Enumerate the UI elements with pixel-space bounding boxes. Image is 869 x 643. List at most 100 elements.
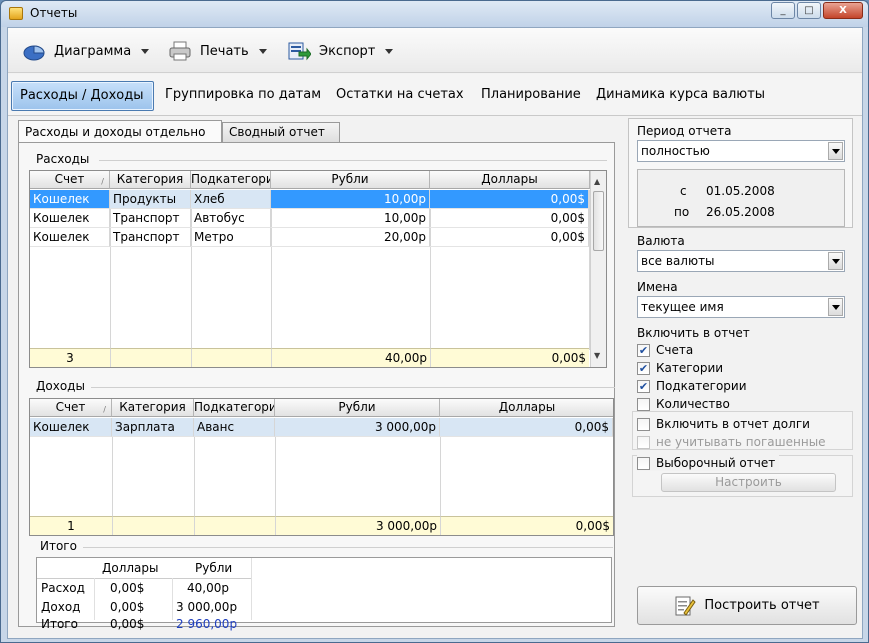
col-category[interactable]: Категория: [112, 399, 194, 417]
chevron-down-icon[interactable]: [828, 298, 843, 316]
close-button[interactable]: X: [823, 2, 863, 19]
totals-row-name: Доход: [41, 600, 81, 614]
totals-row-usd: 0,00$: [110, 600, 145, 614]
table-cell[interactable]: 3 000,00р: [275, 418, 440, 437]
expenses-scrollbar[interactable]: ▲ ▼: [590, 171, 606, 367]
totals-table: Доллары Рубли Расход 0,00$ 40,00р Доход …: [36, 557, 612, 631]
tab-expenses-incomes[interactable]: Расходы / Доходы: [11, 81, 154, 111]
names-select[interactable]: текущее имя: [637, 296, 845, 318]
maximize-button[interactable]: □: [797, 2, 821, 19]
expenses-total-rub: 40,00р: [271, 348, 430, 367]
minimize-button[interactable]: _: [771, 2, 795, 19]
include-subcategories-checkbox[interactable]: ✔ Подкатегории: [637, 378, 747, 394]
col-subcategory[interactable]: Подкатегория: [194, 399, 275, 417]
include-debts-checkbox[interactable]: Включить в отчет долги: [637, 416, 810, 432]
table-cell[interactable]: 0,00$: [430, 209, 589, 228]
table-cell[interactable]: Аванс: [194, 418, 275, 437]
tab-account-balances[interactable]: Остатки на счетах: [328, 81, 472, 111]
table-cell[interactable]: 0,00$: [430, 190, 589, 209]
totals-row-name: Итого: [41, 617, 78, 631]
tab-separate[interactable]: Расходы и доходы отдельно: [18, 120, 222, 142]
divider: [91, 387, 615, 388]
diagram-button[interactable]: Диаграмма: [22, 39, 150, 63]
totals-row-usd: 0,00$: [110, 581, 145, 595]
include-categories-checkbox[interactable]: ✔ Категории: [637, 360, 723, 376]
table-cell[interactable]: Кошелек: [30, 209, 110, 228]
table-cell[interactable]: Автобус: [191, 209, 271, 228]
table-cell[interactable]: 0,00$: [440, 418, 613, 437]
col-category[interactable]: Категория: [110, 171, 191, 189]
table-cell[interactable]: Кошелек: [30, 228, 110, 247]
tab-group-by-dates[interactable]: Группировка по датам: [157, 81, 329, 111]
tab-currency-rate[interactable]: Динамика курса валюты: [588, 81, 773, 111]
totals-header-usd: Доллары: [102, 561, 159, 575]
col-rub[interactable]: Рубли: [275, 399, 440, 417]
currency-select[interactable]: все валюты: [637, 250, 845, 272]
tab-planning[interactable]: Планирование: [473, 81, 589, 111]
col-account[interactable]: Счет /: [30, 171, 110, 189]
scroll-down-icon[interactable]: ▼: [594, 351, 600, 360]
scroll-thumb[interactable]: [593, 191, 604, 251]
expenses-count: 3: [30, 348, 110, 367]
include-quantity-checkbox[interactable]: Количество: [637, 396, 730, 412]
col-account[interactable]: Счет /: [30, 399, 112, 417]
table-cell[interactable]: Кошелек: [30, 190, 110, 209]
incomes-total-rub: 3 000,00р: [275, 516, 440, 535]
table-cell[interactable]: Зарплата: [112, 418, 194, 437]
ignore-repaid-checkbox[interactable]: не учитывать погашенные: [637, 434, 826, 450]
divider: [83, 547, 613, 548]
totals-row-rub: 40,00р: [187, 581, 229, 595]
col-usd[interactable]: Доллары: [440, 399, 613, 417]
print-label: Печать: [200, 43, 249, 59]
period-select[interactable]: полностью: [637, 140, 845, 162]
diagram-label: Диаграмма: [54, 43, 132, 59]
incomes-count: 1: [30, 516, 112, 535]
sort-icon: /: [101, 177, 104, 186]
col-subcategory[interactable]: Подкатегория: [191, 171, 271, 189]
totals-row-name: Расход: [41, 581, 85, 595]
export-label: Экспорт: [319, 43, 376, 59]
table-cell[interactable]: Кошелек: [30, 418, 112, 437]
print-button[interactable]: Печать: [168, 39, 267, 63]
report-window: Отчеты _ □ X Диаграмма Печать Экспорт Ра…: [0, 0, 869, 643]
col-rub[interactable]: Рубли: [271, 171, 430, 189]
date-to[interactable]: 26.05.2008: [706, 205, 775, 219]
chevron-down-icon: [258, 48, 267, 54]
chevron-down-icon[interactable]: [828, 252, 843, 270]
chevron-down-icon[interactable]: [828, 142, 843, 160]
table-cell[interactable]: Продукты: [110, 190, 191, 209]
printer-icon: [168, 40, 192, 62]
table-cell[interactable]: 20,00р: [271, 228, 430, 247]
totals-row-rub: 3 000,00р: [176, 600, 238, 614]
build-report-button[interactable]: Построить отчет: [637, 586, 857, 625]
checkmark-icon: ✔: [637, 343, 650, 357]
table-cell[interactable]: 10,00р: [271, 209, 430, 228]
totals-row-usd: 0,00$: [110, 617, 145, 631]
date-from[interactable]: 01.05.2008: [706, 184, 775, 198]
table-cell[interactable]: Метро: [191, 228, 271, 247]
document-edit-icon: [674, 595, 697, 617]
table-cell[interactable]: 10,00р: [271, 190, 430, 209]
selective-report-checkbox[interactable]: Выборочный отчет: [637, 455, 780, 471]
incomes-total-usd: 0,00$: [440, 516, 613, 535]
tab-summary[interactable]: Сводный отчет: [222, 122, 340, 142]
table-cell[interactable]: 0,00$: [430, 228, 589, 247]
totals-label: Итого: [40, 539, 77, 553]
currency-label: Валюта: [637, 234, 685, 248]
incomes-grid[interactable]: Счет / Категория Подкатегория Рубли Долла…: [29, 398, 614, 536]
export-button[interactable]: Экспорт: [287, 39, 394, 63]
table-cell[interactable]: Транспорт: [110, 228, 191, 247]
col-usd[interactable]: Доллары: [430, 171, 590, 189]
client-area: Диаграмма Печать Экспорт Расходы / Доход…: [7, 27, 863, 639]
incomes-label: Доходы: [36, 379, 85, 393]
table-cell[interactable]: Транспорт: [110, 209, 191, 228]
include-label: Включить в отчет: [637, 326, 750, 340]
date-to-label: по: [674, 205, 690, 219]
expenses-grid[interactable]: Счет/ Категория Подкатегория Рубли Долла…: [29, 170, 607, 368]
chevron-down-icon: [385, 48, 394, 54]
totals-header-rub: Рубли: [195, 561, 233, 575]
table-cell[interactable]: Хлеб: [191, 190, 271, 209]
include-accounts-checkbox[interactable]: ✔ Счета: [637, 342, 693, 358]
configure-button[interactable]: Настроить: [661, 473, 836, 492]
scroll-up-icon[interactable]: ▲: [594, 177, 600, 186]
